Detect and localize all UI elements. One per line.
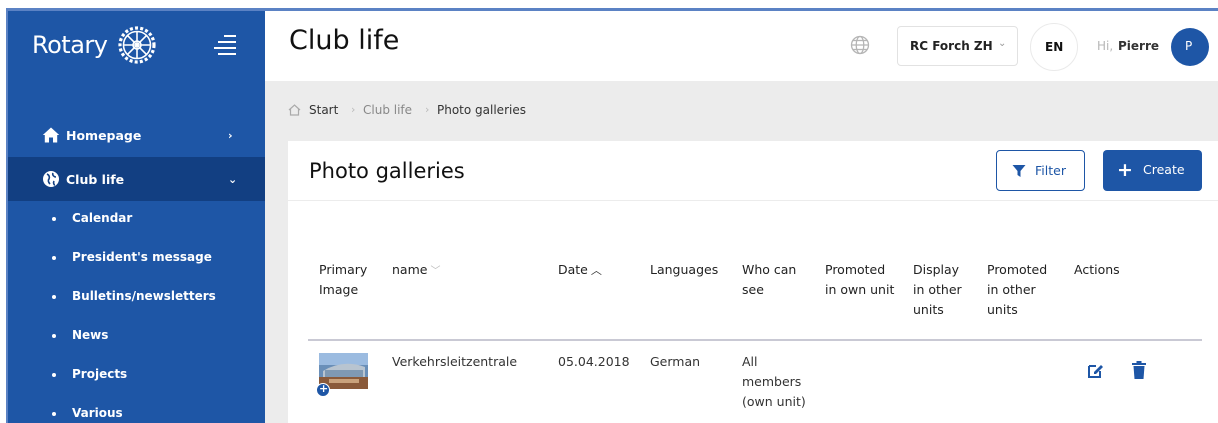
column-header-name[interactable]: name ﹀ bbox=[392, 260, 440, 282]
bullet-icon bbox=[52, 217, 56, 221]
sidebar-subitem-projects[interactable]: Projects bbox=[8, 357, 265, 393]
cell-name[interactable]: Verkehrsleitzentrale bbox=[392, 352, 517, 372]
column-header-actions: Actions bbox=[1074, 262, 1120, 277]
bullet-icon bbox=[52, 256, 56, 260]
table-header-divider bbox=[308, 339, 1202, 341]
language-button-label: EN bbox=[1045, 40, 1064, 54]
column-header-primary-image: Primary Image bbox=[319, 262, 368, 297]
edit-icon[interactable] bbox=[1087, 362, 1104, 379]
club-select-value: RC Forch ZH bbox=[910, 39, 993, 53]
cell-who-can-see: All members (own unit) bbox=[742, 354, 806, 409]
home-icon bbox=[42, 127, 60, 143]
divider bbox=[288, 200, 1218, 201]
breadcrumb-start[interactable]: Start bbox=[309, 103, 338, 117]
photo-galleries-card: Photo galleries Filter + Create Primary … bbox=[288, 141, 1218, 423]
chevron-right-icon: › bbox=[228, 128, 233, 142]
column-header-label: name bbox=[392, 262, 428, 277]
column-header-date[interactable]: Date ︿ bbox=[558, 260, 602, 281]
cell-date: 05.04.2018 bbox=[558, 354, 630, 369]
column-header-languages: Languages bbox=[650, 262, 719, 277]
language-button[interactable]: EN bbox=[1030, 23, 1078, 71]
sidebar-subitem-bulletins[interactable]: Bulletins/newsletters bbox=[8, 279, 265, 315]
sidebar-subitem-label: Bulletins/newsletters bbox=[72, 289, 216, 303]
avatar[interactable]: P bbox=[1171, 28, 1209, 66]
filter-button-label: Filter bbox=[1035, 163, 1066, 178]
sidebar-subitem-label: Calendar bbox=[72, 211, 133, 225]
app-window: Rotary Homepage › Club life ⌄ Calendar P… bbox=[6, 8, 1218, 423]
section-title: Photo galleries bbox=[309, 159, 465, 183]
club-select[interactable]: RC Forch ZH ⌄ bbox=[897, 26, 1018, 66]
logo-row: Rotary bbox=[8, 11, 265, 81]
rotary-wheel-icon bbox=[118, 26, 156, 64]
page-title: Club life bbox=[289, 25, 400, 56]
sidebar: Rotary Homepage › Club life ⌄ Calendar P… bbox=[8, 11, 265, 423]
user-name: Pierre bbox=[1118, 39, 1160, 53]
sidebar-item-label: Homepage bbox=[66, 127, 142, 143]
sidebar-subitem-label: Various bbox=[72, 406, 123, 420]
delete-icon[interactable] bbox=[1132, 361, 1146, 379]
cell-languages: German bbox=[650, 354, 701, 369]
bullet-icon bbox=[52, 295, 56, 299]
bullet-icon bbox=[52, 373, 56, 377]
column-header-who-can-see: Who can see bbox=[742, 262, 797, 297]
sidebar-subitem-presidents-message[interactable]: President's message bbox=[8, 240, 265, 276]
sidebar-item-homepage[interactable]: Homepage › bbox=[8, 113, 265, 157]
globe-icon bbox=[43, 171, 59, 187]
sort-icon: ﹀ bbox=[430, 266, 441, 277]
filter-icon bbox=[1012, 165, 1026, 177]
chevron-down-icon: ⌄ bbox=[998, 38, 1007, 49]
greeting-text: Hi, bbox=[1097, 39, 1114, 53]
plus-icon: + bbox=[1117, 159, 1133, 181]
bullet-icon bbox=[52, 334, 56, 338]
breadcrumb-separator-icon: › bbox=[425, 103, 430, 116]
column-header-display-other-units: Display in other units bbox=[913, 262, 962, 317]
column-header-label: Date bbox=[558, 262, 588, 277]
breadcrumb-photo-galleries: Photo galleries bbox=[437, 103, 526, 117]
breadcrumb-club-life[interactable]: Club life bbox=[363, 103, 412, 117]
column-header-promoted-other-units: Promoted in other units bbox=[987, 262, 1048, 317]
column-header-promoted-own-unit: Promoted in own unit bbox=[825, 262, 895, 297]
avatar-initial: P bbox=[1185, 39, 1193, 53]
chevron-down-icon: ⌄ bbox=[228, 172, 238, 186]
create-button-label: Create bbox=[1143, 162, 1185, 177]
sidebar-subitem-news[interactable]: News bbox=[8, 318, 265, 354]
sidebar-subitem-various[interactable]: Various bbox=[8, 396, 265, 423]
sort-ascending-icon: ︿ bbox=[590, 264, 602, 277]
filter-button[interactable]: Filter bbox=[996, 150, 1085, 191]
sidebar-item-label: Club life bbox=[66, 171, 125, 187]
sidebar-subitem-label: Projects bbox=[72, 367, 128, 381]
bullet-icon bbox=[52, 412, 56, 416]
sidebar-subitem-label: President's message bbox=[72, 250, 212, 264]
sidebar-subitem-calendar[interactable]: Calendar bbox=[8, 201, 265, 237]
rotary-logo-text: Rotary bbox=[32, 31, 108, 59]
add-image-badge-icon[interactable]: + bbox=[316, 382, 330, 397]
breadcrumb-separator-icon: › bbox=[351, 103, 356, 116]
sidebar-subitem-label: News bbox=[72, 328, 109, 342]
language-globe-icon[interactable] bbox=[850, 35, 870, 55]
sidebar-item-club-life[interactable]: Club life ⌄ bbox=[8, 157, 265, 201]
menu-toggle-button[interactable] bbox=[214, 35, 236, 55]
top-header: Club life RC Forch ZH ⌄ EN Hi, Pierre P bbox=[265, 11, 1218, 81]
home-outline-icon[interactable] bbox=[288, 104, 301, 116]
create-button[interactable]: + Create bbox=[1103, 150, 1202, 191]
